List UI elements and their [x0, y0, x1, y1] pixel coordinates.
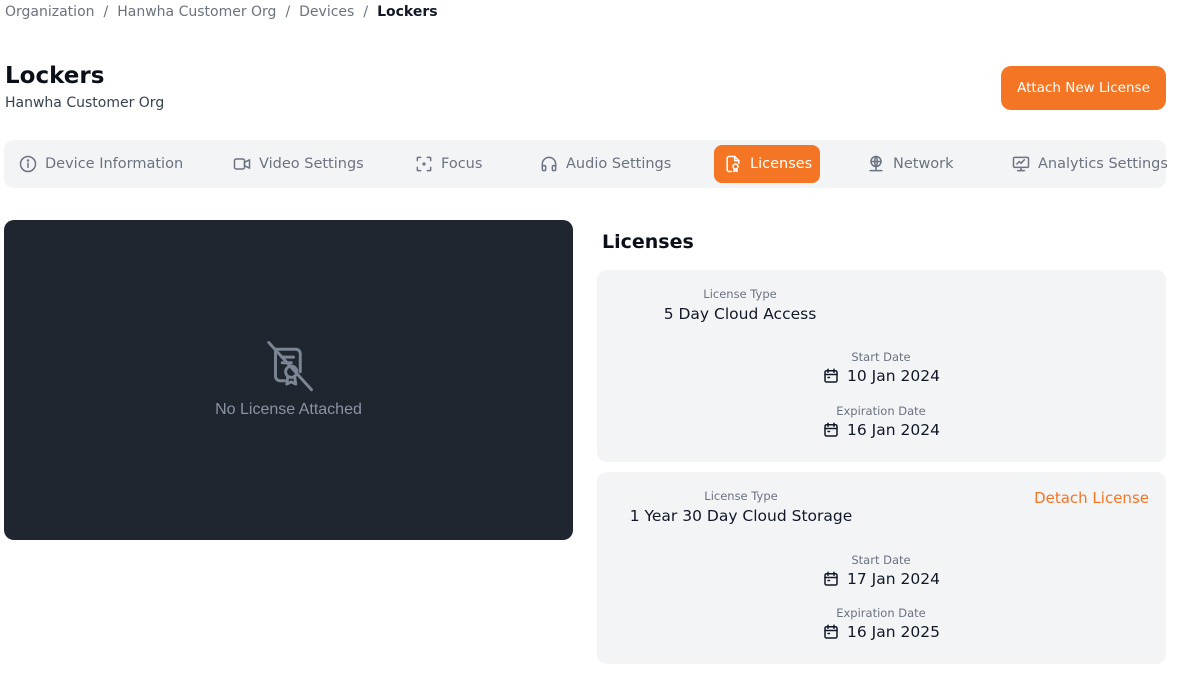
empty-state: No License Attached: [4, 338, 573, 419]
tab-label: Device Information: [45, 156, 184, 172]
tab-bar: Device Information Video Settings Focus …: [4, 140, 1168, 188]
expiration-date-label: Expiration Date: [836, 606, 926, 620]
tab-label: Video Settings: [259, 156, 364, 172]
tab-label: Licenses: [750, 156, 813, 172]
tab-licenses[interactable]: Licenses: [714, 145, 821, 183]
start-date: Start Date 10 Jan 2024: [731, 350, 1031, 385]
expiration-date-value: 16 Jan 2024: [847, 421, 940, 439]
license-preview-panel: No License Attached: [4, 220, 573, 540]
license-card: License Type 5 Day Cloud Access Start Da…: [597, 270, 1166, 462]
video-camera-icon: [233, 158, 251, 170]
start-date: Start Date 17 Jan 2024: [731, 553, 1031, 588]
tab-focus[interactable]: Focus: [414, 145, 482, 183]
page-title: Lockers: [5, 63, 105, 89]
licenses-heading: Licenses: [602, 231, 694, 253]
tab-label: Analytics Settings: [1038, 156, 1168, 172]
info-circle-icon: [19, 155, 37, 173]
page-subtitle: Hanwha Customer Org: [5, 95, 165, 111]
license-type-label: License Type: [704, 489, 778, 503]
breadcrumb-separator: /: [285, 4, 291, 20]
calendar-icon: [824, 422, 838, 437]
attach-new-license-button[interactable]: Attach New License: [1001, 66, 1166, 110]
start-date-value-row: 17 Jan 2024: [822, 570, 940, 588]
license-card: License Type 1 Year 30 Day Cloud Storage…: [597, 472, 1166, 664]
detach-license-button[interactable]: Detach License: [1034, 489, 1149, 507]
expiration-date-value-row: 16 Jan 2025: [822, 623, 940, 641]
expiration-date-value-row: 16 Jan 2024: [822, 421, 940, 439]
tab-label: Focus: [441, 156, 483, 172]
calendar-icon: [824, 624, 838, 639]
breadcrumb: Organization / Hanwha Customer Org / Dev…: [5, 4, 438, 20]
headphones-icon: [541, 156, 557, 172]
breadcrumb-separator: /: [363, 4, 369, 20]
expiration-date: Expiration Date 16 Jan 2025: [731, 606, 1031, 641]
focus-frame-icon: [416, 156, 432, 172]
start-date-value-row: 10 Jan 2024: [822, 367, 940, 385]
breadcrumb-separator: /: [103, 4, 109, 20]
license-type-label: License Type: [703, 287, 777, 301]
tab-audio-settings[interactable]: Audio Settings: [539, 145, 671, 183]
expiration-date-value: 16 Jan 2025: [847, 623, 940, 641]
expiration-date-label: Expiration Date: [836, 404, 926, 418]
start-date-value: 10 Jan 2024: [847, 367, 940, 385]
license-type-value: 5 Day Cloud Access: [663, 305, 817, 323]
start-date-label: Start Date: [851, 350, 911, 364]
calendar-icon: [824, 368, 838, 383]
tab-analytics-settings[interactable]: Analytics Settings: [1011, 145, 1168, 183]
license-document-icon: [726, 155, 740, 173]
tab-network[interactable]: Network: [866, 145, 954, 183]
tab-video-settings[interactable]: Video Settings: [232, 145, 364, 183]
start-date-label: Start Date: [851, 553, 911, 567]
calendar-icon: [824, 571, 838, 586]
license-type-value: 1 Year 30 Day Cloud Storage: [629, 507, 853, 525]
breadcrumb-current: Lockers: [377, 4, 438, 20]
tab-device-information[interactable]: Device Information: [18, 145, 183, 183]
breadcrumb-devices[interactable]: Devices: [299, 4, 354, 20]
no-license-message: No License Attached: [215, 401, 362, 418]
license-off-icon: [266, 341, 313, 392]
breadcrumb-customer-org[interactable]: Hanwha Customer Org: [117, 4, 276, 20]
start-date-value: 17 Jan 2024: [847, 570, 940, 588]
network-globe-icon: [869, 155, 883, 172]
tab-label: Audio Settings: [566, 156, 672, 172]
breadcrumb-organization[interactable]: Organization: [5, 4, 95, 20]
analytics-monitor-icon: [1012, 156, 1030, 172]
expiration-date: Expiration Date 16 Jan 2024: [731, 404, 1031, 439]
tab-label: Network: [893, 156, 954, 172]
